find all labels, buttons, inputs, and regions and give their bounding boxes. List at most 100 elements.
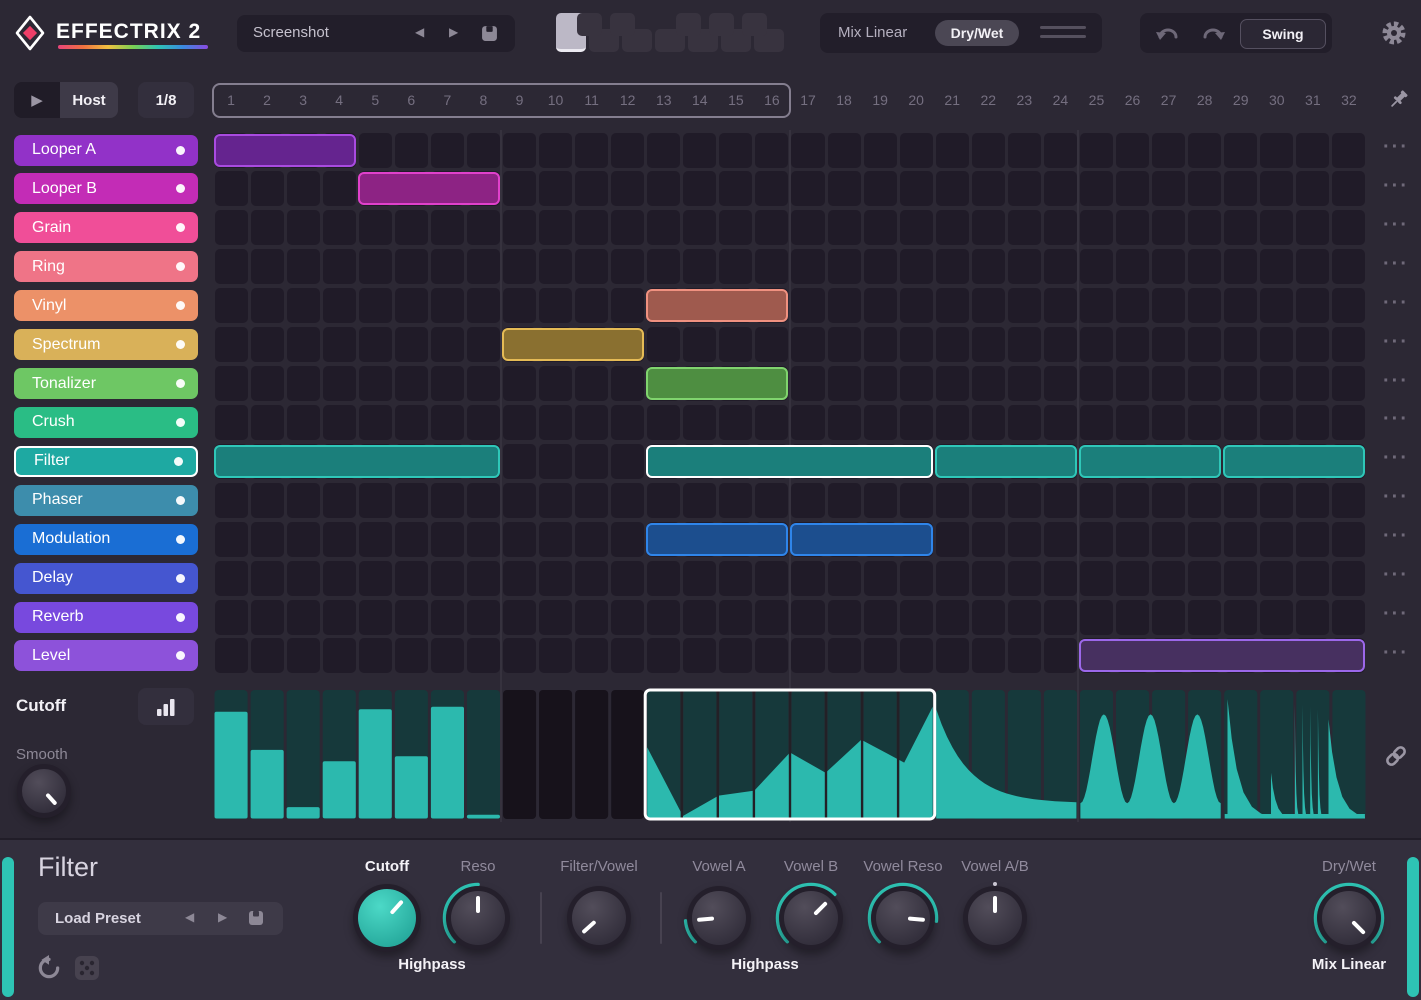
pattern-key-high-6[interactable] bbox=[742, 13, 767, 36]
grid-cell[interactable] bbox=[250, 249, 284, 285]
grid-cell[interactable] bbox=[863, 560, 897, 596]
grid-cell[interactable] bbox=[935, 366, 969, 402]
grid-cell[interactable] bbox=[1224, 599, 1258, 635]
grid-cell[interactable] bbox=[755, 132, 789, 168]
grid-cell[interactable] bbox=[1296, 521, 1330, 557]
grid-cell[interactable] bbox=[647, 638, 681, 674]
grid-cell[interactable] bbox=[1188, 599, 1222, 635]
preset-next-icon[interactable]: ▶ bbox=[449, 25, 458, 39]
row-menu-dots[interactable]: ··· bbox=[1379, 214, 1413, 237]
grid-cell[interactable] bbox=[286, 366, 320, 402]
grid-cell[interactable] bbox=[539, 482, 573, 518]
grid-cell[interactable] bbox=[899, 288, 933, 324]
grid-cell[interactable] bbox=[1296, 132, 1330, 168]
grid-cell[interactable] bbox=[1116, 210, 1150, 246]
filter-vowel-knob[interactable] bbox=[562, 881, 636, 955]
grid-cell[interactable] bbox=[1043, 638, 1077, 674]
grid-cell[interactable] bbox=[502, 638, 537, 674]
fx-block-modulation[interactable] bbox=[646, 522, 789, 556]
grid-cell[interactable] bbox=[899, 404, 933, 440]
grid-cell[interactable] bbox=[1224, 210, 1258, 246]
grid-cell[interactable] bbox=[466, 482, 500, 518]
grid-cell[interactable] bbox=[394, 560, 428, 596]
timeline-step-12[interactable]: 12 bbox=[610, 83, 646, 118]
timeline-step-27[interactable]: 27 bbox=[1151, 83, 1187, 118]
grid-cell[interactable] bbox=[322, 482, 356, 518]
grid-cell[interactable] bbox=[863, 171, 897, 207]
grid-cell[interactable] bbox=[935, 482, 969, 518]
grid-cell[interactable] bbox=[1152, 404, 1186, 440]
grid-cell[interactable] bbox=[539, 366, 573, 402]
grid-cell[interactable] bbox=[1079, 599, 1113, 635]
grid-cell[interactable] bbox=[611, 171, 645, 207]
grid-cell[interactable] bbox=[719, 210, 753, 246]
row-menu-dots[interactable]: ··· bbox=[1379, 175, 1413, 198]
grid-cell[interactable] bbox=[611, 210, 645, 246]
grid-cell[interactable] bbox=[1043, 210, 1077, 246]
grid-cell[interactable] bbox=[1043, 327, 1077, 363]
grid-cell[interactable] bbox=[286, 288, 320, 324]
grid-cell[interactable] bbox=[322, 210, 356, 246]
grid-cell[interactable] bbox=[466, 210, 500, 246]
grid-cell[interactable] bbox=[358, 560, 392, 596]
grid-cell[interactable] bbox=[1043, 599, 1077, 635]
grid-cell[interactable] bbox=[394, 599, 428, 635]
pin-icon[interactable] bbox=[1385, 87, 1411, 113]
grid-cell[interactable] bbox=[358, 404, 392, 440]
track-enable-dot[interactable] bbox=[176, 534, 185, 544]
grid-cell[interactable] bbox=[791, 171, 825, 207]
fx-block-spectrum[interactable] bbox=[501, 328, 645, 362]
grid-cell[interactable] bbox=[1332, 521, 1366, 557]
grid-cell[interactable] bbox=[1296, 210, 1330, 246]
grid-cell[interactable] bbox=[250, 366, 284, 402]
track-label-reverb[interactable]: Reverb bbox=[14, 601, 198, 633]
grid-cell[interactable] bbox=[286, 171, 320, 207]
grid-cell[interactable] bbox=[394, 210, 428, 246]
row-menu-dots[interactable]: ··· bbox=[1379, 525, 1413, 548]
timeline-step-19[interactable]: 19 bbox=[862, 83, 898, 118]
grid-cell[interactable] bbox=[250, 638, 284, 674]
grid-cell[interactable] bbox=[827, 171, 861, 207]
grid-cell[interactable] bbox=[683, 404, 717, 440]
grid-cell[interactable] bbox=[466, 327, 500, 363]
grid-cell[interactable] bbox=[1079, 171, 1113, 207]
grid-cell[interactable] bbox=[1116, 171, 1150, 207]
grid-cell[interactable] bbox=[430, 521, 464, 557]
grid-cell[interactable] bbox=[539, 249, 573, 285]
grid-cell[interactable] bbox=[647, 132, 681, 168]
grid-cell[interactable] bbox=[1152, 327, 1186, 363]
grid-cell[interactable] bbox=[1007, 521, 1041, 557]
timeline-step-17[interactable]: 17 bbox=[790, 83, 826, 118]
grid-cell[interactable] bbox=[791, 366, 825, 402]
grid-cell[interactable] bbox=[899, 599, 933, 635]
grid-cell[interactable] bbox=[1079, 521, 1113, 557]
track-enable-dot[interactable] bbox=[176, 573, 185, 583]
grid-cell[interactable] bbox=[214, 210, 248, 246]
grid-cell[interactable] bbox=[1007, 171, 1041, 207]
grid-cell[interactable] bbox=[755, 560, 789, 596]
grid-cell[interactable] bbox=[1224, 366, 1258, 402]
pattern-key-high-5[interactable] bbox=[709, 13, 734, 36]
grid-cell[interactable] bbox=[899, 132, 933, 168]
grid-cell[interactable] bbox=[1224, 288, 1258, 324]
grid-cell[interactable] bbox=[250, 327, 284, 363]
track-label-looper-a[interactable]: Looper A bbox=[14, 134, 198, 166]
grid-cell[interactable] bbox=[755, 404, 789, 440]
grid-cell[interactable] bbox=[647, 327, 681, 363]
timeline-step-2[interactable]: 2 bbox=[249, 83, 285, 118]
grid-cell[interactable] bbox=[1332, 132, 1366, 168]
grid-cell[interactable] bbox=[430, 404, 464, 440]
grid-cell[interactable] bbox=[1152, 599, 1186, 635]
grid-cell[interactable] bbox=[394, 521, 428, 557]
timeline-step-13[interactable]: 13 bbox=[646, 83, 682, 118]
grid-cell[interactable] bbox=[863, 366, 897, 402]
automation-mode-button[interactable] bbox=[138, 688, 194, 725]
grid-cell[interactable] bbox=[1332, 288, 1366, 324]
grid-cell[interactable] bbox=[1116, 599, 1150, 635]
grid-cell[interactable] bbox=[935, 599, 969, 635]
grid-cell[interactable] bbox=[430, 210, 464, 246]
grid-cell[interactable] bbox=[466, 249, 500, 285]
grid-cell[interactable] bbox=[1043, 288, 1077, 324]
timeline-step-24[interactable]: 24 bbox=[1042, 83, 1078, 118]
grid-cell[interactable] bbox=[539, 288, 573, 324]
